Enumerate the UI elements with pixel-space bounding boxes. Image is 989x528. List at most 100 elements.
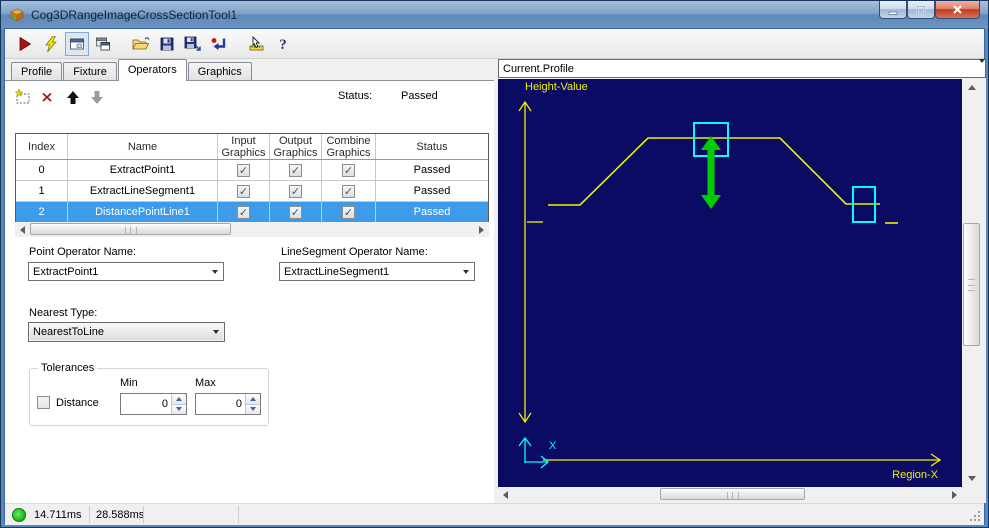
minimize-button[interactable] — [879, 1, 907, 19]
reset-button[interactable] — [207, 32, 231, 56]
tab-operators[interactable]: Operators — [117, 59, 187, 81]
move-operator-down-button[interactable] — [87, 87, 107, 107]
profile-plot[interactable]: Height-Value Region-X X — [498, 79, 962, 487]
table-h-scrollbar[interactable] — [15, 222, 489, 237]
trigger-button[interactable] — [39, 32, 63, 56]
region-axis-label: Region-X — [892, 469, 938, 481]
app-icon — [10, 8, 24, 22]
scroll-left-arrow[interactable] — [498, 487, 513, 502]
point-operator-select[interactable]: ExtractPoint1 — [28, 262, 224, 281]
max-distance-value: 0 — [235, 398, 242, 410]
profile-record-value: Current.Profile — [503, 62, 574, 75]
min-label: Min — [120, 377, 138, 389]
float-window-icon — [96, 37, 110, 50]
spin-up-button[interactable] — [172, 394, 186, 405]
input-graphics-checkbox[interactable]: ✓ — [237, 184, 250, 198]
row-status: Passed — [413, 164, 451, 176]
left-panel: Profile Fixture Operators Graphics Statu… — [5, 59, 494, 503]
linesegment-operator-label: LineSegment Operator Name: — [281, 246, 428, 258]
tab-fixture[interactable]: Fixture — [63, 62, 117, 81]
titlebar[interactable]: Cog3DRangeImageCrossSectionTool1 — [1, 1, 988, 29]
table-row[interactable]: 1 ExtractLineSegment1 ✓ ✓ ✓ Passed — [16, 181, 488, 202]
tolerances-group: Tolerances Min Max Distance 0 0 — [29, 362, 269, 426]
tab-profile[interactable]: Profile — [11, 62, 63, 81]
maximize-icon — [916, 5, 926, 14]
main-toolbar: ? — [5, 29, 984, 59]
profile-record-select[interactable]: Current.Profile — [498, 58, 986, 78]
measure-button[interactable] — [245, 32, 269, 56]
spin-down-button[interactable] — [172, 404, 186, 414]
column-header-input-graphics[interactable]: Input Graphics — [221, 135, 265, 159]
show-result-window-button[interactable] — [65, 31, 89, 56]
scroll-thumb[interactable] — [963, 223, 980, 346]
open-folder-icon — [132, 36, 150, 49]
statusbar-separator — [89, 506, 90, 523]
distance-checkbox[interactable] — [37, 396, 50, 409]
add-operator-button[interactable] — [13, 87, 33, 107]
help-button[interactable]: ? — [271, 32, 295, 56]
combine-graphics-checkbox[interactable]: ✓ — [342, 205, 355, 219]
status-label: Status: — [338, 90, 373, 102]
row-index: 2 — [16, 202, 68, 222]
resize-grip-icon[interactable] — [969, 510, 982, 523]
combine-graphics-checkbox[interactable]: ✓ — [342, 184, 355, 198]
row-name: ExtractPoint1 — [68, 160, 218, 180]
scroll-left-arrow[interactable] — [15, 222, 30, 237]
scroll-right-arrow[interactable] — [947, 487, 962, 502]
output-graphics-checkbox[interactable]: ✓ — [289, 184, 302, 198]
tab-graphics[interactable]: Graphics — [187, 62, 252, 81]
output-graphics-checkbox[interactable]: ✓ — [289, 205, 302, 219]
max-distance-spinner[interactable]: 0 — [195, 393, 261, 415]
column-header-name[interactable]: Name — [128, 141, 157, 153]
scroll-up-arrow[interactable] — [962, 79, 982, 96]
column-header-index[interactable]: Index — [28, 141, 55, 153]
plot-v-scrollbar[interactable] — [962, 79, 982, 487]
input-graphics-checkbox[interactable]: ✓ — [237, 205, 250, 219]
column-header-combine-graphics[interactable]: Combine Graphics — [326, 135, 370, 159]
float-window-button[interactable] — [91, 32, 115, 56]
table-header-row: Index Name Input Graphics Output Graphic… — [16, 134, 488, 160]
row-status: Passed — [413, 206, 451, 218]
statusbar-separator — [238, 506, 239, 523]
chevron-down-icon — [208, 323, 224, 341]
measure-ruler-icon — [249, 35, 264, 50]
scroll-thumb[interactable] — [660, 488, 805, 500]
reset-icon — [211, 37, 226, 50]
column-header-status[interactable]: Status — [416, 141, 447, 153]
nearest-type-select[interactable]: NearestToLine — [28, 322, 225, 342]
plot-h-scrollbar[interactable] — [498, 487, 962, 502]
minimize-icon — [888, 11, 898, 15]
spin-up-button[interactable] — [246, 394, 260, 405]
table-row[interactable]: 0 ExtractPoint1 ✓ ✓ ✓ Passed — [16, 160, 488, 181]
delete-operator-button[interactable] — [37, 87, 57, 107]
table-row-selected[interactable]: 2 DistancePointLine1 ✓ ✓ ✓ Passed — [16, 202, 488, 223]
save-icon — [160, 37, 174, 50]
min-distance-spinner[interactable]: 0 — [120, 393, 187, 415]
open-button[interactable] — [129, 32, 153, 56]
arrow-down-icon — [91, 90, 103, 104]
spin-down-button[interactable] — [246, 404, 260, 414]
input-graphics-checkbox[interactable]: ✓ — [237, 163, 250, 177]
distance-arrow[interactable] — [701, 136, 721, 209]
execution-time: 14.711ms — [34, 509, 82, 521]
column-header-output-graphics[interactable]: Output Graphics — [273, 135, 317, 159]
save-as-button[interactable] — [181, 32, 205, 56]
run-button[interactable] — [13, 32, 37, 56]
row-status: Passed — [413, 185, 451, 197]
chevron-down-icon — [458, 263, 474, 280]
move-operator-up-button[interactable] — [63, 87, 83, 107]
close-button[interactable] — [935, 1, 980, 19]
tool-window: Cog3DRangeImageCrossSectionTool1 ? Profi… — [0, 0, 989, 528]
min-distance-value: 0 — [161, 398, 168, 410]
combine-graphics-checkbox[interactable]: ✓ — [342, 163, 355, 177]
scroll-down-arrow[interactable] — [962, 470, 982, 487]
scroll-thumb[interactable] — [30, 223, 231, 235]
output-graphics-checkbox[interactable]: ✓ — [289, 163, 302, 177]
save-button[interactable] — [155, 32, 179, 56]
scroll-right-arrow[interactable] — [474, 222, 489, 237]
row-index: 1 — [16, 181, 68, 201]
window-body: ? Profile Fixture Operators Graphics Sta… — [5, 29, 986, 525]
linesegment-operator-select[interactable]: ExtractLineSegment1 — [279, 262, 475, 281]
maximize-button[interactable] — [907, 1, 935, 19]
run-icon — [19, 36, 32, 51]
